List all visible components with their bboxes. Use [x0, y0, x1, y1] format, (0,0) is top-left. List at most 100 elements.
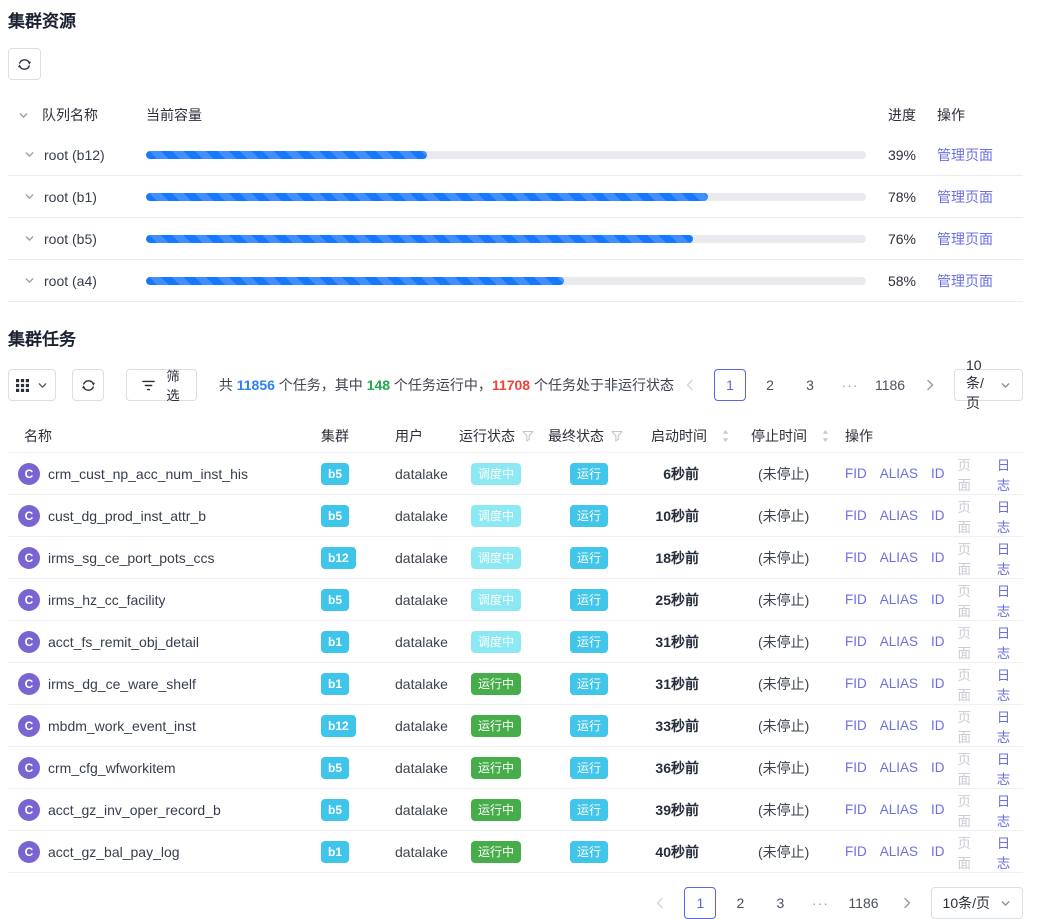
id-link[interactable]: ID [931, 718, 945, 733]
log-link[interactable]: 日志 [997, 832, 1023, 872]
task-name: crm_cust_np_acc_num_inst_his [48, 466, 248, 482]
fid-link[interactable]: FID [845, 508, 867, 523]
task-row: C crm_cfg_wfworkitem b5 datalake 运行中 运行 … [8, 747, 1023, 789]
manage-page-link[interactable]: 管理页面 [937, 147, 993, 163]
fid-link[interactable]: FID [845, 466, 867, 481]
filter-funnel-icon[interactable] [611, 430, 623, 442]
filter-funnel-icon[interactable] [522, 430, 534, 442]
alias-link[interactable]: ALIAS [880, 466, 918, 481]
log-link[interactable]: 日志 [997, 706, 1023, 746]
prev-page-button[interactable] [644, 887, 676, 919]
prev-page-button[interactable] [674, 369, 706, 401]
fid-link[interactable]: FID [845, 592, 867, 607]
page-button-1[interactable]: 1 [684, 887, 716, 919]
page-button-3[interactable]: 3 [794, 369, 826, 401]
next-page-button[interactable] [891, 887, 923, 919]
page-link[interactable]: 页面 [958, 832, 984, 872]
id-link[interactable]: ID [931, 550, 945, 565]
page-link[interactable]: 页面 [958, 580, 984, 620]
stop-time: (未停止) [739, 800, 833, 820]
manage-page-link[interactable]: 管理页面 [937, 273, 993, 289]
page-link[interactable]: 页面 [958, 748, 984, 788]
fid-link[interactable]: FID [845, 676, 867, 691]
log-link[interactable]: 日志 [997, 538, 1023, 578]
alias-link[interactable]: ALIAS [880, 634, 918, 649]
manage-page-link[interactable]: 管理页面 [937, 189, 993, 205]
alias-link[interactable]: ALIAS [880, 760, 918, 775]
alias-link[interactable]: ALIAS [880, 550, 918, 565]
fid-link[interactable]: FID [845, 634, 867, 649]
filter-button[interactable]: 筛选 [126, 369, 197, 401]
task-user: datalake [395, 466, 459, 482]
task-name: acct_gz_inv_oper_record_b [48, 802, 221, 818]
page-button-3[interactable]: 3 [764, 887, 796, 919]
log-link[interactable]: 日志 [997, 664, 1023, 704]
id-link[interactable]: ID [931, 802, 945, 817]
refresh-icon [17, 57, 32, 72]
fid-link[interactable]: FID [845, 550, 867, 565]
manage-page-link[interactable]: 管理页面 [937, 231, 993, 247]
sort-carets-icon[interactable] [721, 429, 730, 443]
task-row: C irms_sg_ce_port_pots_ccs b12 datalake … [8, 537, 1023, 579]
tasks-table: 名称 集群 用户 运行状态 最终状态 启动时间 [8, 419, 1023, 873]
fid-link[interactable]: FID [845, 718, 867, 733]
expand-chevron-icon[interactable] [24, 149, 35, 160]
page-ellipsis[interactable]: ··· [804, 887, 836, 919]
page-size-select[interactable]: 10条/页 [954, 369, 1023, 401]
tasks-refresh-button[interactable] [72, 369, 104, 401]
page-button-last[interactable]: 1186 [874, 369, 906, 401]
page-link[interactable]: 页面 [958, 622, 984, 662]
page-button-1[interactable]: 1 [714, 369, 746, 401]
log-link[interactable]: 日志 [997, 748, 1023, 788]
page-link[interactable]: 页面 [958, 496, 984, 536]
queue-row: root (b12) 39% 管理页面 [8, 134, 1023, 176]
tasks-summary: 共 11856 个任务，其中 148 个任务运行中，11708 个任务处于非运行… [219, 375, 674, 395]
expand-chevron-icon[interactable] [24, 233, 35, 244]
fid-link[interactable]: FID [845, 844, 867, 859]
log-link[interactable]: 日志 [997, 790, 1023, 830]
page-link[interactable]: 页面 [958, 664, 984, 704]
page-link[interactable]: 页面 [958, 538, 984, 578]
layout-dropdown-button[interactable] [8, 369, 56, 401]
id-link[interactable]: ID [931, 466, 945, 481]
page-size-select[interactable]: 10条/页 [931, 887, 1023, 919]
page-button-2[interactable]: 2 [754, 369, 786, 401]
page-button-last[interactable]: 1186 [844, 887, 882, 919]
expand-chevron-icon[interactable] [24, 191, 35, 202]
alias-link[interactable]: ALIAS [880, 676, 918, 691]
alias-link[interactable]: ALIAS [880, 508, 918, 523]
next-page-button[interactable] [914, 369, 946, 401]
task-name: irms_hz_cc_facility [48, 592, 165, 608]
progress-percent: 78% [868, 189, 924, 205]
fid-link[interactable]: FID [845, 802, 867, 817]
task-row: C irms_hz_cc_facility b5 datalake 调度中 运行… [8, 579, 1023, 621]
id-link[interactable]: ID [931, 508, 945, 523]
task-user: datalake [395, 802, 459, 818]
fid-link[interactable]: FID [845, 760, 867, 775]
log-link[interactable]: 日志 [997, 454, 1023, 494]
page-link[interactable]: 页面 [958, 790, 984, 830]
alias-link[interactable]: ALIAS [880, 592, 918, 607]
page-button-2[interactable]: 2 [724, 887, 756, 919]
task-name: irms_dg_ce_ware_shelf [48, 676, 196, 692]
log-link[interactable]: 日志 [997, 580, 1023, 620]
log-link[interactable]: 日志 [997, 496, 1023, 536]
id-link[interactable]: ID [931, 592, 945, 607]
page-link[interactable]: 页面 [958, 706, 984, 746]
log-link[interactable]: 日志 [997, 622, 1023, 662]
id-link[interactable]: ID [931, 634, 945, 649]
expand-chevron-icon[interactable] [24, 275, 35, 286]
sort-carets-icon[interactable] [821, 429, 830, 443]
task-rows: C crm_cust_np_acc_num_inst_his b5 datala… [8, 453, 1023, 873]
progress-fill [146, 235, 693, 243]
id-link[interactable]: ID [931, 676, 945, 691]
refresh-button[interactable] [8, 48, 41, 80]
id-link[interactable]: ID [931, 844, 945, 859]
alias-link[interactable]: ALIAS [880, 718, 918, 733]
id-link[interactable]: ID [931, 760, 945, 775]
page-link[interactable]: 页面 [958, 454, 984, 494]
page-ellipsis[interactable]: ··· [834, 369, 866, 401]
alias-link[interactable]: ALIAS [880, 802, 918, 817]
alias-link[interactable]: ALIAS [880, 844, 918, 859]
collapse-all-chevron-icon[interactable] [18, 110, 29, 121]
